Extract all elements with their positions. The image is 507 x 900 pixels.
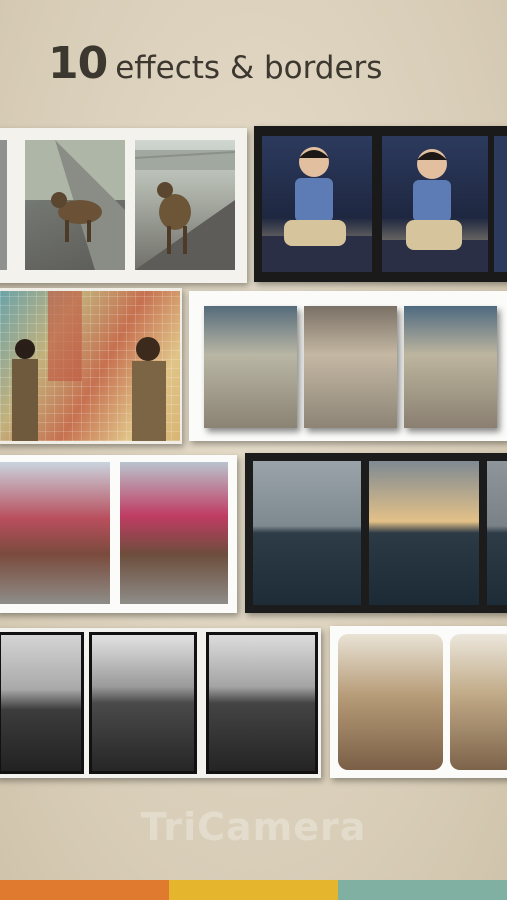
cafe-frame-2 [450,634,507,770]
tricamera-watermark: TriCamera [140,805,367,849]
station-frame-1 [204,306,297,428]
sample-dog-white-border [0,128,247,283]
sample-sunset-black-border [245,453,507,613]
dog-image-3 [135,150,235,270]
sea-frame-3 [206,632,318,774]
dog-frame-2 [25,140,125,270]
dog-frame-3 [135,140,235,270]
sea-frame-1 [0,632,84,774]
sunset-frame-3 [487,461,507,605]
effects-count: 10 [48,38,108,89]
mural-people [12,291,166,441]
sample-sea-rough-bw [0,628,321,778]
sample-cafe-rounded [330,626,507,778]
sunset-frame-2 [369,461,479,605]
dog-image-2 [25,140,125,270]
headline: 10 effects & borders [48,38,382,89]
color-stripe-yellow [169,880,338,900]
boy-image-2 [382,149,488,272]
sample-boy-film-strip: TRICAMERA FORMAT FILM [254,126,507,282]
color-stripe-teal [338,880,507,900]
color-stripe-orange [0,880,169,900]
sample-station-shadow-frames [189,291,507,441]
market-frame-2 [120,462,228,604]
boy-frame-1 [262,136,372,272]
dog-frame-1 [0,140,7,270]
sea-frame-2 [89,632,197,774]
headline-text: effects & borders [115,50,383,86]
boy-image-1 [262,147,372,272]
cafe-frame-1 [338,634,443,770]
station-frame-2 [304,306,397,428]
sample-mural-collage [0,288,182,444]
boy-frame-3 [494,136,507,272]
sunset-frame-1 [253,461,361,605]
mural-image [0,291,180,441]
market-frame-1 [0,462,110,604]
station-frame-3 [404,306,497,428]
sample-market-white-border [0,455,237,613]
boy-frame-2 [382,136,488,272]
